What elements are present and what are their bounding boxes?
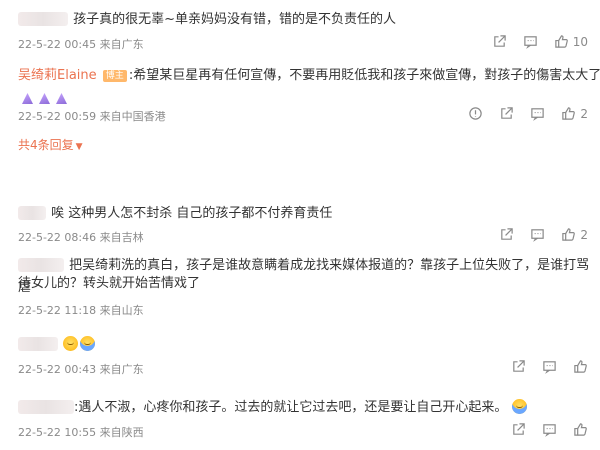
share-icon[interactable]: [492, 34, 507, 49]
comment-meta: 22-5-22 00:45 来自广东: [18, 38, 144, 51]
comment-text: 孩子真的很无辜~单亲妈妈没有错，错的是不负责任的人: [73, 12, 396, 27]
like-count: 2: [580, 227, 588, 242]
comment-meta: 22-5-22 00:59 来自中国香港: [18, 110, 166, 123]
comment-6: :遇人不淑，心疼你和孩子。过去的就让它过去吧，还是要让自己开心起来。 22-5-…: [0, 388, 600, 450]
comment-icon[interactable]: [523, 34, 538, 49]
blurred-username: [18, 336, 58, 351]
blogger-badge: 博主: [102, 69, 127, 82]
comment-5: 22-5-22 00:43 来自广东: [0, 325, 600, 380]
comment-text: :希望某巨星再有任何宣傳，不要再用貶低我和孩子來做宣傳，對孩子的傷害太大了。: [128, 68, 600, 83]
like-button[interactable]: 2: [561, 227, 588, 242]
emoji-icon: [63, 336, 79, 351]
blurred-username: [18, 399, 74, 414]
comment-meta: 22-5-22 08:46 来自吉林: [18, 231, 144, 244]
replies-label: 共4条回复: [18, 138, 74, 152]
like-count: 2: [580, 106, 588, 121]
comment-3: 唉 这种男人怎不封杀 自己的孩子都不付养育责任 22-5-22 08:46 来自…: [0, 190, 600, 250]
comment-actions: 2: [468, 106, 588, 121]
thumbs-up-icon: [554, 34, 569, 49]
comment-text: 唉 这种男人怎不封杀 自己的孩子都不付养育责任: [51, 206, 333, 221]
fan-icon: [39, 93, 50, 104]
fan-icon: [22, 93, 33, 104]
like-count: 10: [572, 34, 588, 49]
chevron-down-icon: ▼: [75, 142, 83, 152]
blurred-username: [18, 205, 46, 220]
fan-badges: [22, 88, 73, 107]
blurred-username: [18, 11, 68, 26]
comment-text: :遇人不淑，心疼你和孩子。过去的就让它过去吧，还是要让自己开心起来。: [74, 400, 508, 415]
like-button[interactable]: 2: [561, 106, 588, 121]
comment-1: 孩子真的很无辜~单亲妈妈没有错，错的是不负责任的人 22-5-22 00:45 …: [0, 0, 600, 58]
emoji-icon: [80, 336, 96, 351]
comment-meta: 22-5-22 11:18 来自山东: [18, 304, 144, 317]
like-button[interactable]: 10: [554, 34, 588, 49]
share-icon[interactable]: [499, 106, 514, 121]
thumbs-up-icon[interactable]: [573, 422, 588, 437]
comment-4: 把吴绮莉洗的真白，孩子是谁故意瞒着成龙找来媒体报道的？靠孩子上位失败了，是谁打骂…: [0, 250, 600, 320]
share-icon[interactable]: [511, 422, 526, 437]
comment-actions: 2: [499, 227, 588, 242]
comment-actions: [511, 422, 588, 437]
replies-toggle[interactable]: 共4条回复 ▼: [18, 134, 83, 153]
comment-actions: [511, 359, 588, 374]
share-icon[interactable]: [511, 359, 526, 374]
report-icon[interactable]: [468, 106, 483, 121]
author-name[interactable]: 吴绮莉Elaine: [18, 68, 97, 83]
comment-icon[interactable]: [542, 422, 557, 437]
thumbs-up-icon: [561, 227, 576, 242]
comment-2: 吴绮莉Elaine 博主:希望某巨星再有任何宣傳，不要再用貶低我和孩子來做宣傳，…: [0, 58, 600, 158]
share-icon[interactable]: [499, 227, 514, 242]
comment-actions: 10: [492, 34, 588, 49]
thumbs-up-icon[interactable]: [573, 359, 588, 374]
comment-icon[interactable]: [542, 359, 557, 374]
comment-text-line2: 待女儿的？转头就开始苦情戏了: [18, 276, 201, 291]
emoji-icon: [512, 399, 528, 414]
comment-meta: 22-5-22 00:43 来自广东: [18, 363, 144, 376]
thumbs-up-icon: [561, 106, 576, 121]
comment-icon[interactable]: [530, 106, 545, 121]
comment-icon[interactable]: [530, 227, 545, 242]
comment-meta: 22-5-22 10:55 来自陕西: [18, 426, 144, 439]
blurred-username: [18, 257, 64, 272]
fan-icon: [56, 93, 67, 104]
